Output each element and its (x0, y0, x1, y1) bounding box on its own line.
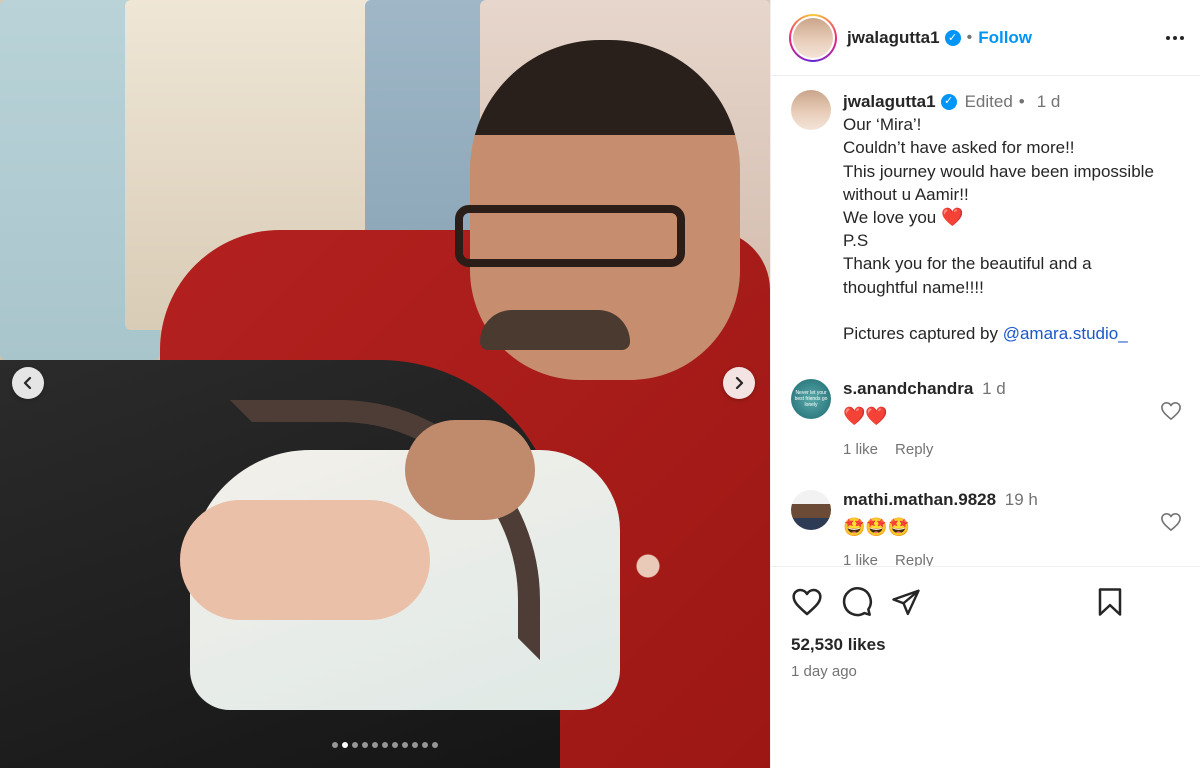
carousel-dot (422, 742, 428, 748)
post-date: 1 day ago (791, 663, 857, 680)
more-horizontal-icon (1166, 35, 1170, 40)
carousel-indicator (0, 742, 770, 748)
follow-button[interactable]: Follow (978, 28, 1032, 48)
comment-button[interactable] (841, 586, 873, 618)
carousel-dot (392, 742, 398, 748)
verified-badge-icon: ✓ (944, 29, 961, 46)
mustache (480, 310, 630, 350)
carousel-dot (342, 742, 348, 748)
comments-list[interactable]: jwalagutta1 ✓ Edited • 1 d Our ‘Mira’! C… (771, 76, 1200, 566)
more-options-button[interactable] (1166, 35, 1184, 40)
share-button[interactable] (891, 587, 921, 617)
action-bar (791, 585, 1181, 619)
comment-username[interactable]: mathi.mathan.9828 (843, 490, 996, 509)
avatar[interactable] (791, 490, 831, 531)
likes-count[interactable]: 52,530 likes (791, 635, 1181, 655)
heart-icon (1161, 513, 1181, 532)
carousel-dot (332, 742, 338, 748)
carousel-dot (412, 742, 418, 748)
save-button[interactable] (1097, 587, 1123, 617)
caption-line: Thank you for the beautiful and a (843, 254, 1092, 274)
post-details-panel: jwalagutta1 ✓ • Follow jwalagutta1 ✓ Edi… (770, 0, 1200, 768)
comment-like-button[interactable] (1160, 401, 1182, 426)
separator-dot: • (1018, 92, 1025, 111)
bookmark-icon (1098, 588, 1122, 616)
carousel-dot (362, 742, 368, 748)
carousel-dot (432, 742, 438, 748)
hand (405, 420, 535, 520)
carousel-dot (382, 742, 388, 748)
comment-text: ❤️❤️ (843, 406, 888, 427)
caption: jwalagutta1 ✓ Edited • 1 d Our ‘Mira’! C… (791, 90, 1200, 345)
mention-link[interactable]: @amara.studio_ (1003, 324, 1128, 343)
paper-plane-icon (892, 589, 920, 616)
carousel-dot (372, 742, 378, 748)
comment: Never let your best friends go lonely s.… (791, 379, 1200, 458)
caption-line: Our ‘Mira’! (843, 115, 922, 135)
caption-time: 1 d (1036, 92, 1061, 111)
comment-username[interactable]: s.anandchandra (843, 379, 973, 398)
avatar (793, 17, 833, 58)
comment-time: 19 h (1004, 490, 1038, 510)
story-ring-avatar[interactable] (789, 13, 837, 62)
verified-badge-icon: ✓ (940, 93, 957, 110)
chevron-left-icon (23, 376, 32, 390)
reply-button[interactable]: Reply (895, 552, 933, 566)
like-button[interactable] (791, 587, 823, 617)
caption-username[interactable]: jwalagutta1 (843, 90, 936, 113)
heart-icon (1161, 402, 1181, 421)
comment-time: 1 d (982, 379, 1006, 399)
comment-likes[interactable]: 1 like (843, 441, 878, 458)
post-header: jwalagutta1 ✓ • Follow (771, 0, 1200, 76)
comment-likes[interactable]: 1 like (843, 552, 878, 566)
edited-label: Edited (964, 92, 1013, 111)
caption-line: P.S (843, 231, 869, 251)
caption-line: thoughtful name!!!! (843, 277, 984, 297)
red-heart-emoji: ❤️ (940, 207, 964, 228)
comment-text: 🤩🤩🤩 (843, 517, 911, 538)
post-actions-area: 52,530 likes 1 day ago (771, 566, 1200, 680)
carousel-dot (352, 742, 358, 748)
post-image[interactable] (0, 0, 770, 768)
caption-line: We love you (843, 208, 937, 228)
comment-icon (842, 587, 873, 617)
carousel-next-button[interactable] (723, 367, 755, 399)
caption-line: without u Aamir!! (843, 184, 969, 204)
avatar[interactable] (791, 90, 831, 130)
avatar[interactable]: Never let your best friends go lonely (791, 379, 831, 420)
carousel-dot (402, 742, 408, 748)
header-username[interactable]: jwalagutta1 (847, 28, 940, 48)
caption-line: This journey would have been impossible (843, 161, 1154, 181)
comment-like-button[interactable] (1160, 512, 1182, 537)
comment: mathi.mathan.9828 19 h 🤩🤩🤩 1 like Reply (791, 490, 1200, 566)
caption-line: Couldn’t have asked for more!! (843, 138, 1075, 158)
reply-button[interactable]: Reply (895, 441, 933, 458)
separator-dot: • (966, 28, 973, 46)
glasses (455, 205, 685, 267)
carousel-prev-button[interactable] (12, 367, 44, 399)
caption-credit: Pictures captured by (843, 323, 1003, 343)
heart-icon (792, 588, 822, 616)
chevron-right-icon (735, 376, 744, 390)
